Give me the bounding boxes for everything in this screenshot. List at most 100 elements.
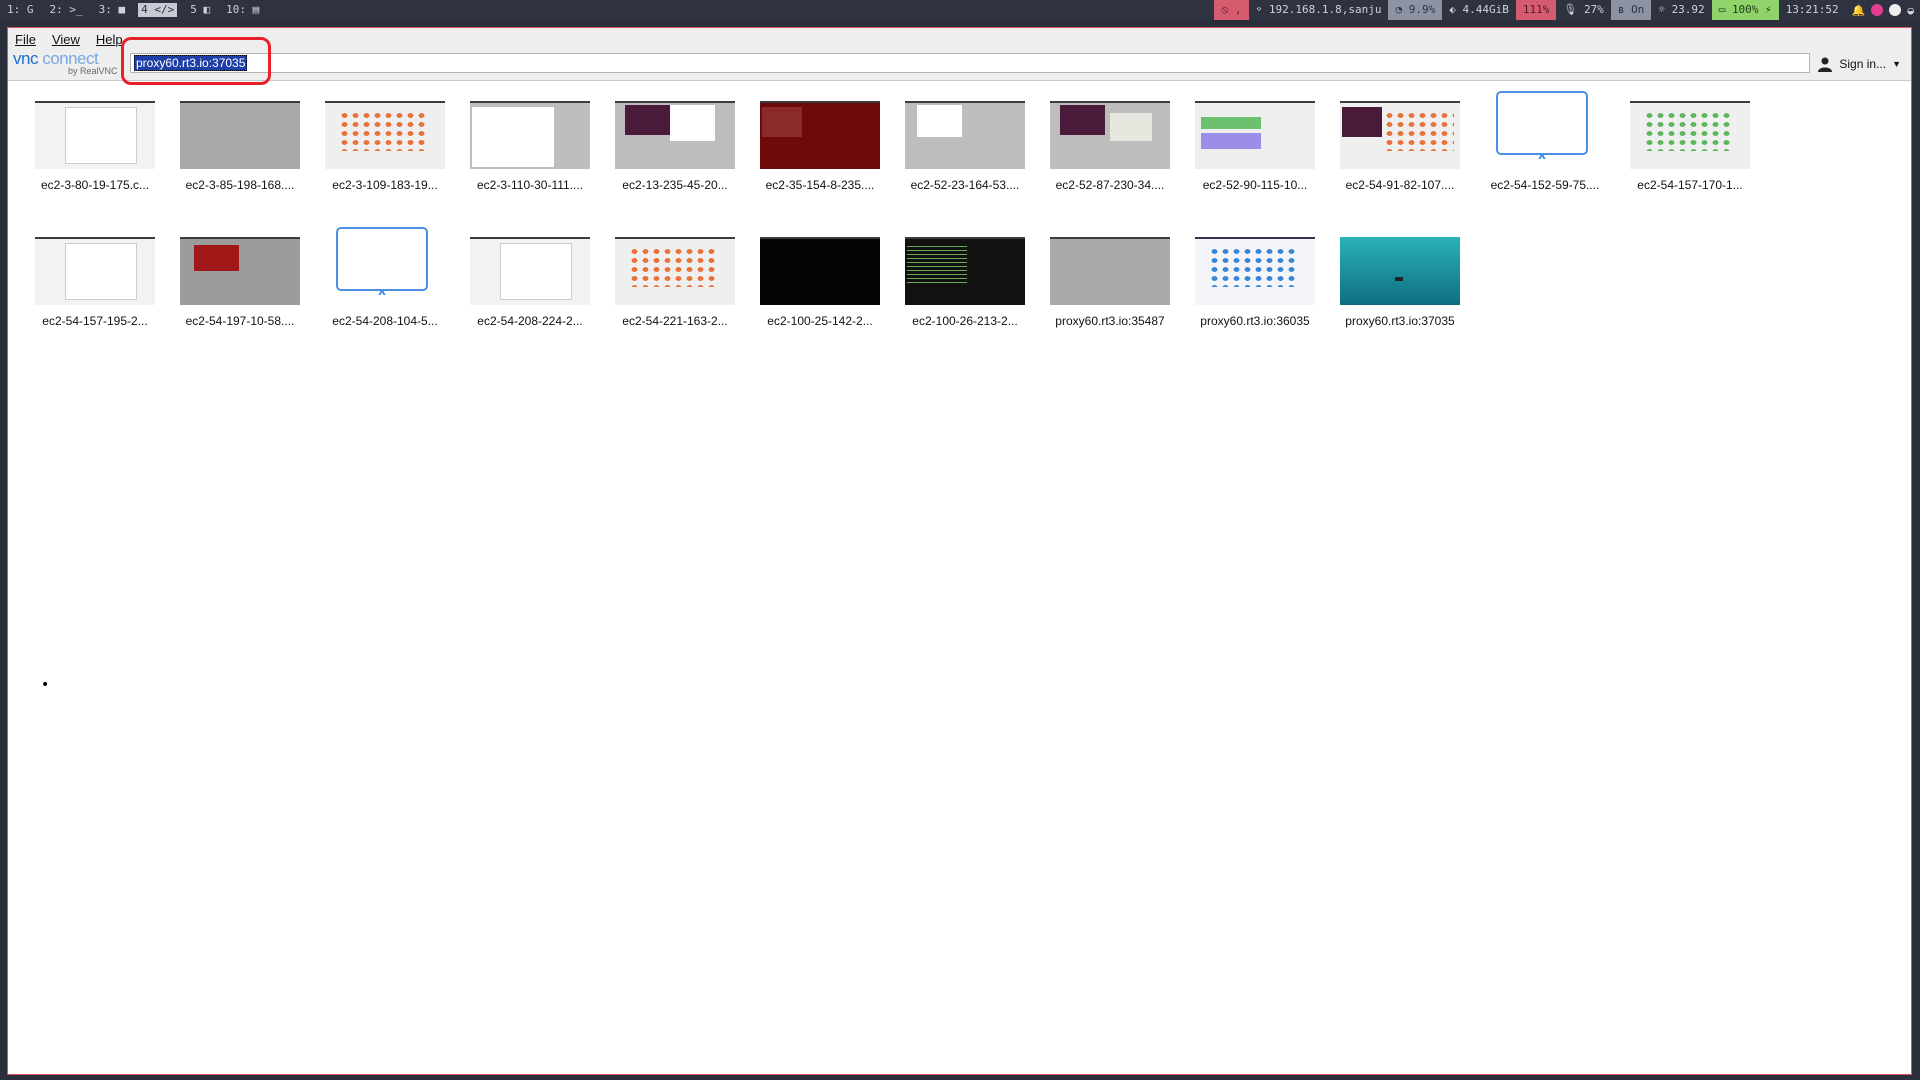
logo-subtitle: by RealVNC — [68, 66, 118, 76]
user-icon — [1818, 57, 1833, 72]
computer-label[interactable]: ec2-54-91-82-107.... — [1330, 178, 1470, 192]
desktop-thumbnail[interactable] — [1050, 101, 1170, 169]
cpu-label: 9.9% — [1408, 3, 1436, 16]
computer-tile[interactable]: ec2-54-152-59-75.... — [1475, 91, 1605, 201]
desktop-thumbnail[interactable] — [615, 101, 735, 169]
computer-tile[interactable]: ec2-54-157-170-1... — [1620, 91, 1750, 201]
memory-label: 4.44GiB — [1462, 3, 1509, 16]
app-icon[interactable] — [1871, 4, 1884, 16]
desktop-thumbnail[interactable] — [35, 101, 155, 169]
computer-label[interactable]: ec2-54-197-10-58.... — [170, 314, 310, 328]
address-input[interactable]: proxy60.rt3.io:37035 — [130, 53, 1810, 73]
computer-tile[interactable]: ec2-3-80-19-175.c... — [25, 91, 155, 201]
computer-label[interactable]: ec2-3-109-183-19... — [315, 178, 455, 192]
computer-tile[interactable]: ec2-35-154-8-235.... — [750, 91, 880, 201]
computer-label[interactable]: ec2-54-152-59-75.... — [1475, 178, 1615, 192]
desktop-thumbnail[interactable] — [1195, 237, 1315, 305]
computer-label[interactable]: ec2-54-208-104-5... — [315, 314, 455, 328]
desktop-thumbnail[interactable] — [1195, 101, 1315, 169]
computer-tile[interactable]: ec2-52-23-164-53.... — [895, 91, 1025, 201]
computer-label[interactable]: ec2-3-80-19-175.c... — [25, 178, 165, 192]
computer-label[interactable]: ec2-100-25-142-2... — [750, 314, 890, 328]
computer-label[interactable]: proxy60.rt3.io:36035 — [1185, 314, 1325, 328]
computer-tile[interactable]: proxy60.rt3.io:37035 — [1330, 227, 1460, 337]
menu-help[interactable]: Help — [96, 32, 123, 47]
computer-label[interactable]: ec2-54-157-195-2... — [25, 314, 165, 328]
logo-text-a: vnc — [13, 49, 38, 68]
workspace-3[interactable]: 3: ■ — [96, 3, 129, 17]
temperature-status: ☼ 23.92 — [1658, 3, 1705, 16]
computer-label[interactable]: ec2-54-157-170-1... — [1620, 178, 1760, 192]
mic-label: 27% — [1583, 3, 1604, 16]
desktop-thumbnail[interactable] — [1340, 101, 1460, 169]
computer-label[interactable]: ec2-54-208-224-2... — [460, 314, 600, 328]
computer-label[interactable]: ec2-52-23-164-53.... — [895, 178, 1035, 192]
temperature-label: 23.92 — [1671, 3, 1705, 16]
computer-label[interactable]: ec2-100-26-213-2... — [895, 314, 1035, 328]
circle-icon[interactable] — [1889, 4, 1902, 16]
computer-tile[interactable]: ec2-54-197-10-58.... — [170, 227, 300, 337]
workspace-10[interactable]: 10: ▤ — [223, 3, 262, 17]
battery-status: ▭ 100% ⚡ — [1711, 0, 1779, 20]
desktop-thumbnail[interactable] — [905, 237, 1025, 305]
workspace-5[interactable]: 5 ◧ — [187, 3, 213, 17]
workspace-1[interactable]: 1: G — [4, 3, 37, 17]
computer-label[interactable]: proxy60.rt3.io:37035 — [1330, 314, 1470, 328]
battery-label: 100% — [1731, 3, 1759, 16]
computer-tile[interactable]: ec2-54-208-224-2... — [460, 227, 590, 337]
desktop-thumbnail[interactable] — [615, 237, 735, 305]
computer-tile[interactable]: proxy60.rt3.io:36035 — [1185, 227, 1315, 337]
menu-view[interactable]: View — [52, 32, 80, 47]
computer-tile[interactable]: ec2-52-90-115-10... — [1185, 91, 1315, 201]
desktop-thumbnail[interactable] — [905, 101, 1025, 169]
computer-tile[interactable]: ec2-13-235-45-20... — [605, 91, 735, 201]
sign-in-button[interactable]: Sign in... ▼ — [1817, 56, 1901, 72]
computer-tile[interactable]: proxy60.rt3.io:35487 — [1040, 227, 1170, 337]
computer-tile[interactable]: ec2-54-91-82-107.... — [1330, 91, 1460, 201]
desktop-thumbnail[interactable] — [760, 237, 880, 305]
computer-tile[interactable]: ec2-3-109-183-19... — [315, 91, 445, 201]
bell-icon[interactable]: 🔔 — [1852, 4, 1866, 17]
cpu-status: ◔ 9.9% — [1388, 0, 1443, 20]
status-area: ⦸ , ⌔ 192.168.1.8,sanju ◔ 9.9% ⬖ 4.44GiB… — [1214, 0, 1920, 20]
computer-tile[interactable]: ec2-54-208-104-5... — [315, 227, 445, 337]
computer-tile[interactable]: ec2-100-26-213-2... — [895, 227, 1025, 337]
computer-label[interactable]: ec2-3-110-30-111.... — [460, 178, 600, 192]
desktop-thumbnail[interactable] — [180, 101, 300, 169]
computer-grid: ec2-3-80-19-175.c... ec2-3-85-198-168....… — [8, 81, 1911, 1071]
desktop-thumbnail[interactable] — [180, 237, 300, 305]
workspace-4[interactable]: 4 </> — [138, 3, 178, 17]
computer-label[interactable]: ec2-3-85-198-168.... — [170, 178, 310, 192]
monitor-icon[interactable] — [1485, 91, 1605, 159]
computer-tile[interactable]: ec2-3-85-198-168.... — [170, 91, 300, 201]
desktop-thumbnail[interactable] — [35, 237, 155, 305]
computer-label[interactable]: proxy60.rt3.io:35487 — [1040, 314, 1180, 328]
menu-file[interactable]: File — [15, 32, 36, 47]
desktop-thumbnail[interactable] — [1050, 237, 1170, 305]
vpn-status: ⦸ , — [1214, 0, 1249, 20]
system-status-bar: 1: G 2: >_ 3: ■ 4 </> 5 ◧ 10: ▤ ⦸ , ⌔ 19… — [0, 0, 1920, 20]
desktop-thumbnail[interactable] — [470, 237, 590, 305]
bullet-mark: • — [41, 677, 50, 693]
highlight-annotation — [121, 37, 271, 85]
chevron-down-icon: ▼ — [1892, 59, 1901, 69]
computer-tile[interactable]: ec2-54-157-195-2... — [25, 227, 155, 337]
computer-label[interactable]: ec2-52-90-115-10... — [1185, 178, 1325, 192]
workspace-2[interactable]: 2: >_ — [47, 3, 86, 17]
desktop-thumbnail[interactable] — [325, 101, 445, 169]
wifi-icon[interactable]: ◒ — [1907, 4, 1914, 17]
computer-tile[interactable]: ec2-52-87-230-34.... — [1040, 91, 1170, 201]
computer-label[interactable]: ec2-13-235-45-20... — [605, 178, 745, 192]
computer-label[interactable]: ec2-54-221-163-2... — [605, 314, 745, 328]
desktop-thumbnail[interactable] — [760, 101, 880, 169]
computer-tile[interactable]: ec2-100-25-142-2... — [750, 227, 880, 337]
desktop-thumbnail[interactable] — [470, 101, 590, 169]
desktop-thumbnail[interactable] — [1340, 237, 1460, 305]
computer-label[interactable]: ec2-52-87-230-34.... — [1040, 178, 1180, 192]
monitor-icon[interactable] — [325, 227, 445, 295]
computer-label[interactable]: ec2-35-154-8-235.... — [750, 178, 890, 192]
computer-tile[interactable]: ec2-3-110-30-111.... — [460, 91, 590, 201]
menu-bar: File View Help — [8, 28, 1911, 50]
desktop-thumbnail[interactable] — [1630, 101, 1750, 169]
computer-tile[interactable]: ec2-54-221-163-2... — [605, 227, 735, 337]
